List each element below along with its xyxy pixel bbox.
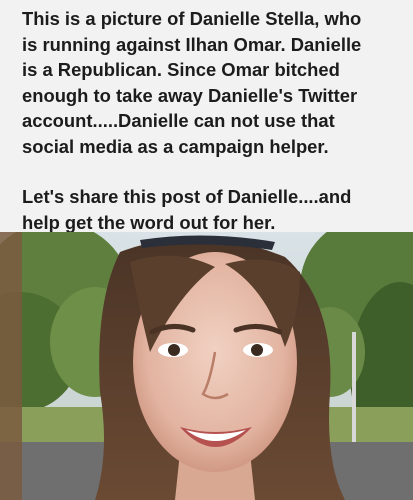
post-paragraph-1: This is a picture of Danielle Stella, wh…	[22, 8, 362, 157]
portrait-photo	[0, 232, 413, 500]
post-paragraph-2: Let's share this post of Danielle....and…	[22, 186, 352, 233]
post-text-block: This is a picture of Danielle Stella, wh…	[0, 0, 413, 233]
portrait-illustration	[0, 232, 413, 500]
lamp-post	[352, 332, 356, 442]
